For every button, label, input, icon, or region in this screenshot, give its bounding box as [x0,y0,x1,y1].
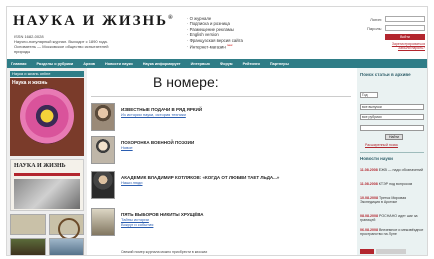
article-portrait[interactable] [91,136,115,164]
news-item[interactable]: 11.08.2008 КТЭР под вопросом [360,182,424,186]
issn-block: ISSN 1682-0028 Научно-популярный журнал.… [14,34,114,54]
issue-select[interactable]: все выпуски [360,104,424,110]
right-footer [360,249,424,255]
nav-sections[interactable]: Разделы и рубрики [36,62,73,66]
advanced-search-link[interactable]: Расширенный поиск [365,143,398,147]
top-links: О журнале Подписка и розница Размещение … [187,16,243,50]
login-links: Зарегистрироваться Забыли пароль? [359,42,425,51]
year-select[interactable]: Год [360,92,378,98]
thumbnail[interactable] [10,237,46,255]
nav-partners[interactable]: Партнеры [270,62,289,66]
article-portrait[interactable] [91,208,115,236]
password-label: Пароль: [367,25,382,31]
right-column: Поиск статьи в архиве Год все выпуски вс… [357,68,427,255]
news-date: 11.08.2008 [360,182,378,186]
bottom-note: Свежий номер журнала можно приобрести в … [121,250,208,254]
login-label: Логин: [370,16,382,22]
article-title[interactable]: Академик Владимир Котляков: «Когда от лю… [121,175,279,180]
news-date: 08.08.2008 [360,214,378,218]
news-date: 06.08.2008 [360,228,378,232]
rubric-select[interactable]: все рубрики [360,114,424,120]
cover2-image [14,179,80,209]
article-rubric[interactable]: Новое [121,145,133,150]
news-item[interactable]: 06.08.2008 Внеземное и межзвёздное прост… [360,228,424,237]
thumbnail[interactable] [48,237,84,255]
nav-informs[interactable]: Наука информирует [143,62,181,66]
thumbnail-grid [10,214,84,255]
news-text: ЕЖВ — надо обозначений [378,168,424,172]
tagline: Научно-популярный журнал. Выходит с 1890… [14,39,109,54]
login-row: Логин: [359,16,425,22]
article-portrait[interactable] [91,103,115,131]
article-rubric[interactable]: Из истории науки, история техники [121,112,186,117]
archive-search-input[interactable] [360,125,424,131]
article-rubric-secondary[interactable]: Вокруг и события [121,222,153,227]
left-column: Наука и жизнь online Наука и жизнь НАУКА… [7,68,87,255]
divider [360,152,424,153]
article-item: Известные подачи в ряд яркий Из истории … [91,103,351,133]
new-badge: new [226,43,233,48]
news-item[interactable]: 11.08.2008 ЕЖВ — надо обозначений [360,168,424,172]
news-item[interactable]: 08.08.2008 РОСНАНО идет шаг за границей [360,214,424,223]
news-date: 10.08.2008 [360,196,378,200]
cover2-title: НАУКА И ЖИЗНЬ [14,163,66,169]
article-item: Похоронка военной поэзии Новое [91,136,351,166]
main-nav: Главная Разделы и рубрики Архив Новости … [7,59,427,68]
logo-mark: ® [168,15,175,21]
current-cover[interactable]: Наука и жизнь [10,78,84,156]
archive-search-heading: Поиск статьи в архиве [360,72,411,77]
article-item: Пять выборов Никиты Хрущёва Тайны истори… [91,208,351,238]
online-bar[interactable]: Наука и жизнь online [10,71,84,77]
footer-button[interactable] [360,249,374,254]
site-logo[interactable]: НАУКА И ЖИЗНЬ® [13,13,175,30]
nav-news[interactable]: Новости науки [105,62,133,66]
footer-field[interactable] [376,249,406,254]
thumbnail-wheel[interactable] [48,214,84,240]
page-title: В номере: [153,74,219,90]
nav-ratings[interactable]: Рейтинги [243,62,260,66]
article-portrait[interactable] [91,171,115,199]
news-heading: Новости науки [360,156,393,161]
news-item[interactable]: 10.08.2008 Третья Мировая Экспедиция в А… [360,196,424,205]
login-input[interactable] [385,16,425,22]
nav-home[interactable]: Главная [11,62,26,66]
site-header: НАУКА И ЖИЗНЬ® ISSN 1682-0028 Научно-поп… [7,7,427,63]
find-button[interactable]: Найти [385,134,403,140]
main-content: В номере: Известные подачи в ряд яркий И… [91,68,353,255]
cover2-stripe [14,173,80,176]
cover-title: Наука и жизнь [12,80,48,86]
forgot-password-link[interactable]: Забыли пароль? [359,46,425,50]
article-item: Академик Владимир Котляков: «Когда от лю… [91,171,351,201]
logo-text: НАУКА И ЖИЗНЬ [13,13,169,29]
flower-image [20,88,74,144]
nav-archive[interactable]: Архив [83,62,95,66]
login-button[interactable]: Войти [385,34,425,40]
login-form: Логин: Пароль: Войти Зарегистрироваться … [359,16,425,51]
nav-interview[interactable]: Интервью [191,62,210,66]
top-link-shop[interactable]: Интернет-магазин new [187,43,243,50]
nav-forum[interactable]: Форум [220,62,233,66]
previous-cover[interactable]: НАУКА И ЖИЗНЬ [10,159,84,211]
browser-page: НАУКА И ЖИЗНЬ® ISSN 1682-0028 Научно-поп… [6,6,428,256]
password-input[interactable] [385,25,425,31]
thumbnail[interactable] [10,214,46,235]
news-date: 11.08.2008 [360,168,378,172]
divider [91,96,351,97]
article-rubric[interactable]: Наши люди [121,180,142,185]
password-row: Пароль: [359,25,425,31]
top-link-shop-label: Интернет-магазин [189,44,226,50]
news-text: КТЭР под вопросом [378,182,413,186]
